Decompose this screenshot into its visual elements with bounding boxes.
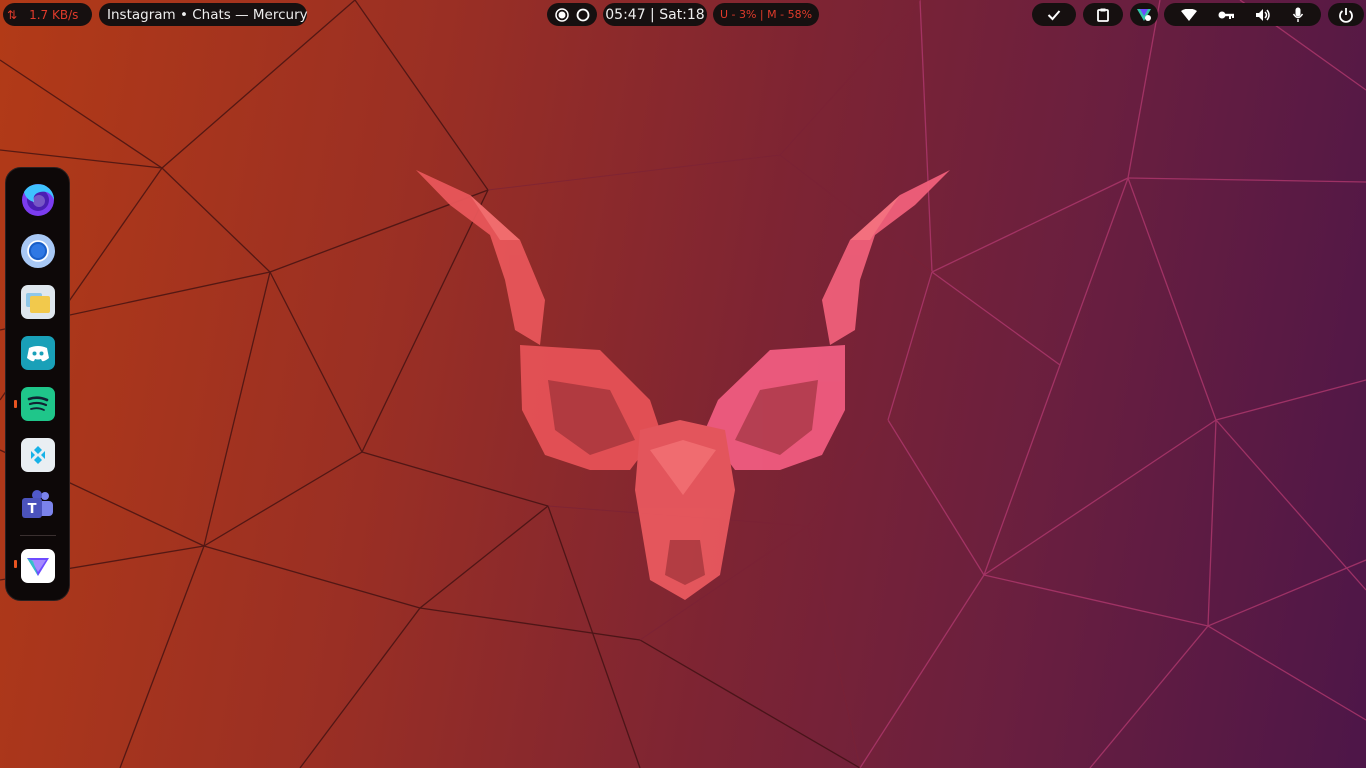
dock-app-spotify[interactable] — [20, 386, 56, 422]
dock-app-discord[interactable] — [20, 335, 56, 371]
check-button[interactable] — [1032, 3, 1076, 26]
wallpaper — [0, 0, 1366, 768]
power-button[interactable] — [1328, 3, 1364, 26]
check-icon — [1047, 9, 1061, 21]
discord-icon — [20, 335, 56, 371]
usage-label: U - 3% | M - 58% — [719, 8, 813, 21]
dock-app-files[interactable] — [20, 284, 56, 320]
running-indicator — [14, 400, 17, 408]
dock-app-protonvpn[interactable] — [20, 548, 56, 584]
spotify-icon — [20, 386, 56, 422]
window-title-label: Instagram • Chats — Mercury — [107, 6, 308, 23]
svg-text:T: T — [28, 502, 37, 517]
clipboard-button[interactable] — [1083, 3, 1123, 26]
clock[interactable]: 05:47 | Sat:18 — [603, 3, 707, 26]
vpn-icon — [1136, 7, 1152, 22]
record-icon[interactable] — [554, 7, 569, 22]
dock-separator — [20, 535, 56, 536]
system-status-menu[interactable] — [1164, 3, 1321, 26]
microphone-icon — [1292, 7, 1304, 23]
system-usage-indicator[interactable]: U - 3% | M - 58% — [713, 3, 819, 26]
teams-icon: T — [20, 488, 56, 524]
dock-app-teams[interactable]: T — [20, 488, 56, 524]
dock-app-firefox[interactable] — [20, 182, 56, 218]
recording-indicator[interactable] — [547, 3, 597, 26]
vpn-button[interactable] — [1130, 3, 1158, 26]
network-speed-label: 1.7 KB/s — [29, 7, 79, 22]
wifi-icon — [1180, 8, 1197, 21]
clipboard-icon — [1097, 8, 1109, 22]
power-icon — [1338, 7, 1354, 23]
circle-icon[interactable] — [576, 8, 590, 22]
firefox-icon — [20, 182, 56, 218]
application-dock: T — [5, 167, 70, 601]
chromium-icon — [20, 233, 56, 269]
network-arrows-icon: ⇅ — [7, 7, 18, 22]
protonvpn-icon — [20, 548, 56, 584]
network-speed-indicator[interactable]: ⇅ 1.7 KB/s — [3, 3, 92, 26]
kodi-icon — [20, 437, 56, 473]
running-indicator — [14, 560, 17, 568]
volume-icon — [1255, 8, 1271, 22]
dock-app-chromium[interactable] — [20, 233, 56, 269]
dock-app-kodi[interactable] — [20, 437, 56, 473]
files-icon — [20, 284, 56, 320]
active-window-title[interactable]: Instagram • Chats — Mercury — [99, 3, 308, 26]
clock-label: 05:47 | Sat:18 — [605, 6, 705, 23]
key-icon — [1218, 10, 1234, 20]
